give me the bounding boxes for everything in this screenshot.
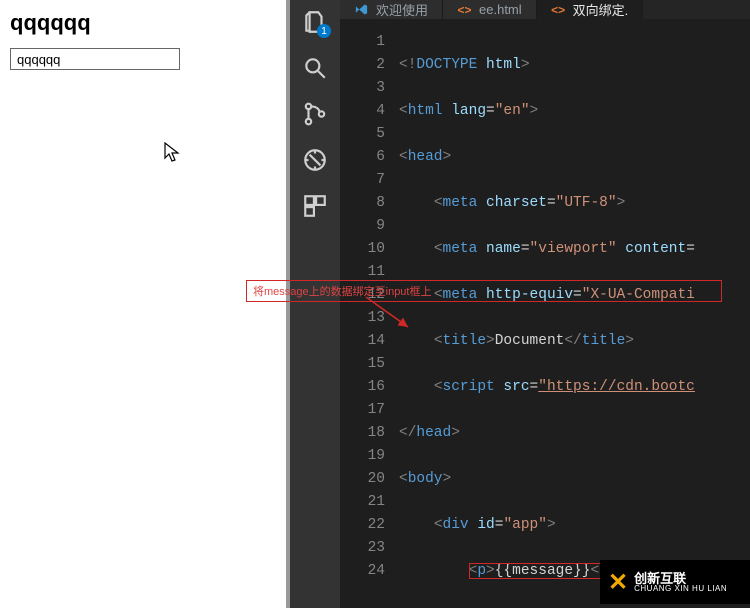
tab-label: 欢迎使用 xyxy=(376,0,428,19)
source-control-icon[interactable] xyxy=(301,100,329,128)
explorer-icon[interactable]: 1 xyxy=(301,8,329,36)
code-content[interactable]: <!DOCTYPE html> <html lang="en"> <head> … xyxy=(395,19,750,608)
activity-bar: 1 xyxy=(290,0,340,608)
code-body[interactable]: 123456789101112131415161718192021222324 … xyxy=(340,19,750,608)
editor-tabs: 欢迎使用 <> ee.html <> 双向绑定. xyxy=(340,0,750,19)
tab-binding[interactable]: <> 双向绑定. xyxy=(537,0,644,19)
tab-welcome[interactable]: 欢迎使用 xyxy=(340,0,443,19)
message-input[interactable] xyxy=(10,48,180,70)
output-message: qqqqqq xyxy=(10,10,276,36)
line-gutter: 123456789101112131415161718192021222324 xyxy=(340,19,395,608)
extensions-icon[interactable] xyxy=(301,192,329,220)
browser-preview-pane: qqqqqq xyxy=(0,0,290,608)
editor-area: 欢迎使用 <> ee.html <> 双向绑定. 123456789101112… xyxy=(340,0,750,608)
mouse-cursor-icon xyxy=(164,142,182,164)
logo-mark-icon: ✕ xyxy=(608,568,628,597)
watermark-logo: ✕ 创新互联 CHUANG XIN HU LIAN xyxy=(600,560,750,604)
tab-label: ee.html xyxy=(479,2,522,17)
tab-ee-html[interactable]: <> ee.html xyxy=(443,0,537,19)
debug-icon[interactable] xyxy=(301,146,329,174)
html5-icon: <> xyxy=(551,2,566,17)
html5-icon: <> xyxy=(457,2,472,17)
tab-label: 双向绑定. xyxy=(573,0,629,19)
code-editor: 1 欢迎使用 <> ee.html <> 双向绑定. xyxy=(290,0,750,608)
logo-text-en: CHUANG XIN HU LIAN xyxy=(634,585,727,593)
search-icon[interactable] xyxy=(301,54,329,82)
logo-text-cn: 创新互联 xyxy=(634,572,727,585)
vscode-icon xyxy=(354,2,369,17)
explorer-badge: 1 xyxy=(317,24,331,38)
